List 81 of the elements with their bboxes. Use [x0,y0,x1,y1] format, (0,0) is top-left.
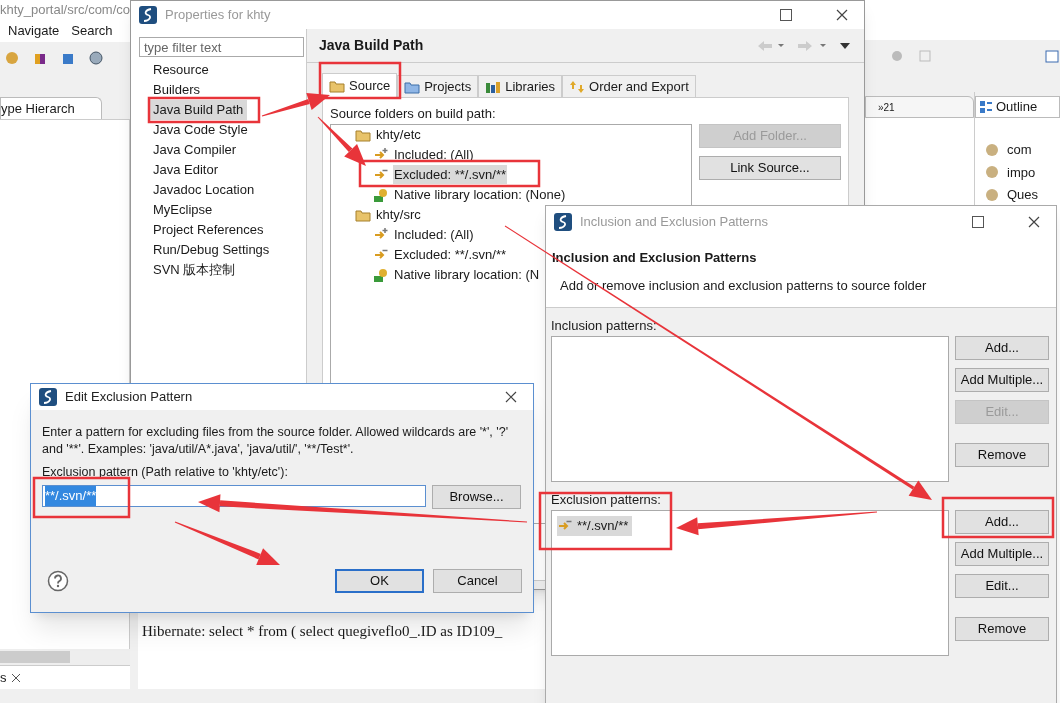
page-item[interactable]: Java Editor [149,160,223,180]
menu-item[interactable]: Navigate [8,21,60,41]
tab[interactable]: Source [322,73,398,97]
tree-item[interactable]: Excluded: **/.svn/** [393,164,507,185]
outline-item-icon [985,142,999,157]
tree-item[interactable]: Native library location: (N [393,264,541,285]
help-icon[interactable] [47,569,69,592]
dialog-button[interactable]: Add... [955,336,1049,360]
native-library-icon [373,266,389,283]
page-item[interactable]: Javadoc Location [149,180,259,200]
maximize-icon[interactable] [780,9,792,21]
close-icon[interactable] [1028,216,1040,228]
window-title: Properties for khty [165,6,271,25]
dialog-button[interactable]: OK [335,568,424,593]
close-icon[interactable] [836,9,848,21]
dialog-description: Add or remove inclusion and exclusion patterns to source folder [559,276,928,295]
globe-icon[interactable] [88,50,104,66]
overflow-tab-count[interactable]: »21 [878,99,895,115]
app-logo-icon [139,6,157,24]
books-icon [485,79,502,94]
dialog-button[interactable]: Edit... [955,574,1049,598]
outline-item[interactable]: Ques [1007,185,1039,205]
page-item[interactable]: Java Code Style [149,120,252,140]
view-tab[interactable]: s [0,667,7,688]
console-line: Hibernate: select * from ( select quegiveflo0_.ID as ID109_ [142,622,504,641]
outline-item[interactable]: com [1007,140,1032,160]
field-label: Exclusion pattern (Path relative to 'khty/etc'): [42,464,289,481]
page-item[interactable]: Java Compiler [149,140,241,160]
section-label: Source folders on build path: [330,105,497,123]
close-icon[interactable] [10,672,21,683]
outline-item[interactable]: impo [1007,162,1036,182]
page-title: Java Build Path [319,36,424,55]
dialog-button[interactable]: Add... [955,510,1049,534]
section-label: Exclusion patterns: [551,491,662,509]
tab[interactable]: Libraries [478,75,563,97]
page-item[interactable]: Run/Debug Settings [149,240,274,260]
tab[interactable]: Order and Export [562,75,696,97]
view-tab[interactable]: ype Hierarch [0,97,102,119]
tree-item[interactable]: Excluded: **/.svn/** [393,244,507,265]
window-title: Edit Exclusion Pattern [65,388,193,407]
navigation-arrows-icon[interactable] [756,39,852,52]
dialog-heading: Inclusion and Exclusion Patterns [552,249,758,267]
dialog-button[interactable]: Add Multiple... [955,542,1049,566]
page-item[interactable]: Project References [149,220,268,240]
page-item[interactable]: Resource [149,60,213,80]
folder-icon [329,78,345,93]
dialog-description: Enter a pattern for excluding files from the source folder. Allowed wildcards are '*', '?' and '**'. Examples: 'java/util/A*.java', 'java/util/', '**/Test*'. [42,424,510,458]
folder-icon [355,207,371,222]
tab[interactable]: Projects [397,75,479,97]
outline-icon [980,101,992,113]
outline-item-icon [985,187,999,202]
filter-field[interactable]: type filter text [139,37,304,57]
page-item[interactable]: Java Build Path [149,100,248,120]
folder-icon [404,79,421,94]
dialog-button[interactable]: Add Multiple... [955,368,1049,392]
dialog-button[interactable]: Browse... [432,484,521,509]
section-label: Inclusion patterns: [551,317,658,335]
page-item[interactable]: Builders [149,80,204,100]
tree-item[interactable]: khty/etc [375,124,422,145]
page-item[interactable]: SVN 版本控制 [149,260,240,280]
dialog-button[interactable]: Cancel [433,568,522,593]
app-logo-icon [39,388,57,406]
menu-item[interactable]: Search [71,21,113,41]
dialog-button[interactable]: Remove [955,443,1049,467]
dialog-button[interactable]: Link Source... [699,155,841,180]
page-item[interactable]: MyEclipse [149,200,217,220]
tree-item[interactable]: khty/src [375,204,422,225]
tree-item[interactable]: Native library location: (None) [393,184,567,205]
pattern-item[interactable]: **/.svn/** [557,516,633,536]
ide-title: khty_portal/src/com/co [0,1,131,20]
arrows-icon [569,79,586,94]
window-title: Inclusion and Exclusion Patterns [580,213,768,232]
input-field[interactable]: **/.svn/** [42,484,426,507]
app-logo-icon [554,213,572,231]
outline-item-icon [985,165,999,180]
tree-item[interactable]: Included: (All) [393,224,475,245]
native-library-icon [373,186,389,203]
maximize-icon[interactable] [972,216,984,228]
close-icon[interactable] [505,391,517,403]
folder-icon [355,127,371,142]
dialog-button[interactable]: Remove [955,617,1049,641]
